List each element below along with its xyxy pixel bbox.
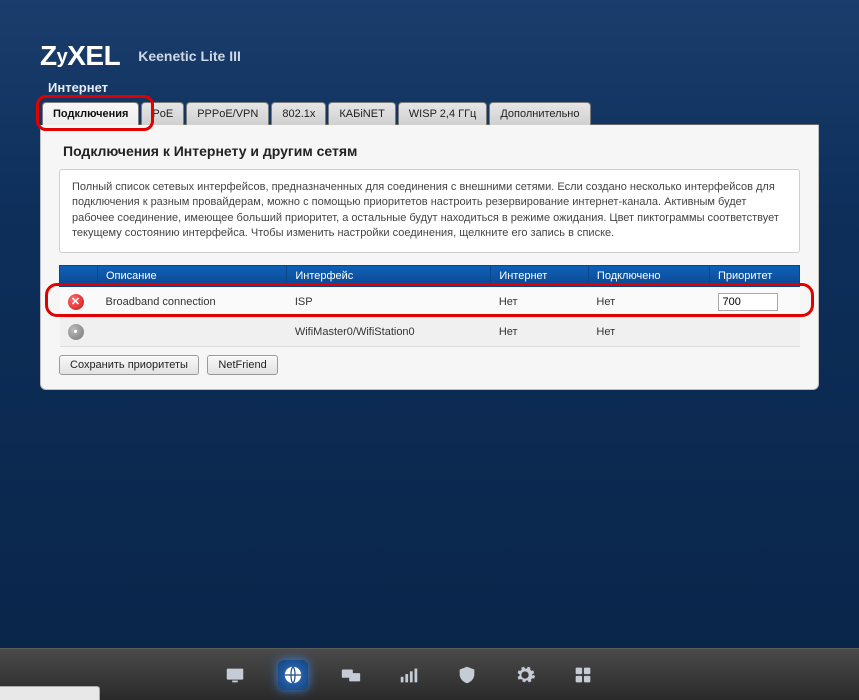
error-icon: ✕: [68, 294, 84, 310]
cell-iface: WifiMaster0/WifiStation0: [287, 317, 491, 346]
table-row[interactable]: • WifiMaster0/WifiStation0 Нет Нет: [60, 317, 800, 346]
cell-prio: [710, 317, 800, 346]
save-priorities-button[interactable]: Сохранить приоритеты: [59, 355, 199, 375]
taskbar-left-pill: [0, 686, 100, 700]
shield-icon[interactable]: [452, 660, 482, 690]
section-title: Интернет: [48, 80, 819, 95]
panel-title: Подключения к Интернету и другим сетям: [63, 143, 800, 159]
cell-conn: Нет: [588, 317, 709, 346]
bottom-taskbar: [0, 648, 859, 700]
gear-icon[interactable]: [510, 660, 540, 690]
globe-icon[interactable]: [278, 660, 308, 690]
table-row[interactable]: ✕ Broadband connection ISP Нет Нет: [60, 286, 800, 317]
screens-icon[interactable]: [336, 660, 366, 690]
cell-inet: Нет: [491, 317, 589, 346]
tab-8021x[interactable]: 802.1x: [271, 102, 326, 125]
tabs-bar: Подключения PoE PPPoE/VPN 802.1x КАБiNET…: [42, 101, 819, 125]
tab-wisp[interactable]: WISP 2,4 ГГц: [398, 102, 488, 125]
th-iface: Интерфейс: [287, 265, 491, 286]
cell-desc: Broadband connection: [98, 286, 287, 317]
monitor-icon[interactable]: [220, 660, 250, 690]
priority-input[interactable]: [718, 293, 778, 311]
cell-desc: [98, 317, 287, 346]
th-conn: Подключено: [588, 265, 709, 286]
panel-description: Полный список сетевых интерфейсов, предн…: [59, 169, 800, 253]
cell-iface: ISP: [287, 286, 491, 317]
tab-poe[interactable]: PoE: [141, 102, 184, 125]
apps-icon[interactable]: [568, 660, 598, 690]
signal-icon[interactable]: [394, 660, 424, 690]
panel: Подключения к Интернету и другим сетям П…: [40, 125, 819, 390]
th-status: [60, 265, 98, 286]
neutral-icon: •: [68, 324, 84, 340]
tab-connections[interactable]: Подключения: [42, 102, 139, 125]
connections-table: Описание Интерфейс Интернет Подключено П…: [59, 265, 800, 347]
table-header-row: Описание Интерфейс Интернет Подключено П…: [60, 265, 800, 286]
cell-inet: Нет: [491, 286, 589, 317]
tab-kabinet[interactable]: КАБiNET: [328, 102, 395, 125]
product-name: Keenetic Lite III: [138, 48, 241, 64]
tab-advanced[interactable]: Дополнительно: [489, 102, 590, 125]
cell-conn: Нет: [588, 286, 709, 317]
th-desc: Описание: [98, 265, 287, 286]
tab-pppoe-vpn[interactable]: PPPoE/VPN: [186, 102, 269, 125]
netfriend-button[interactable]: NetFriend: [207, 355, 277, 375]
th-prio: Приоритет: [710, 265, 800, 286]
brand-logo: ZyXEL: [40, 40, 120, 72]
th-inet: Интернет: [491, 265, 589, 286]
